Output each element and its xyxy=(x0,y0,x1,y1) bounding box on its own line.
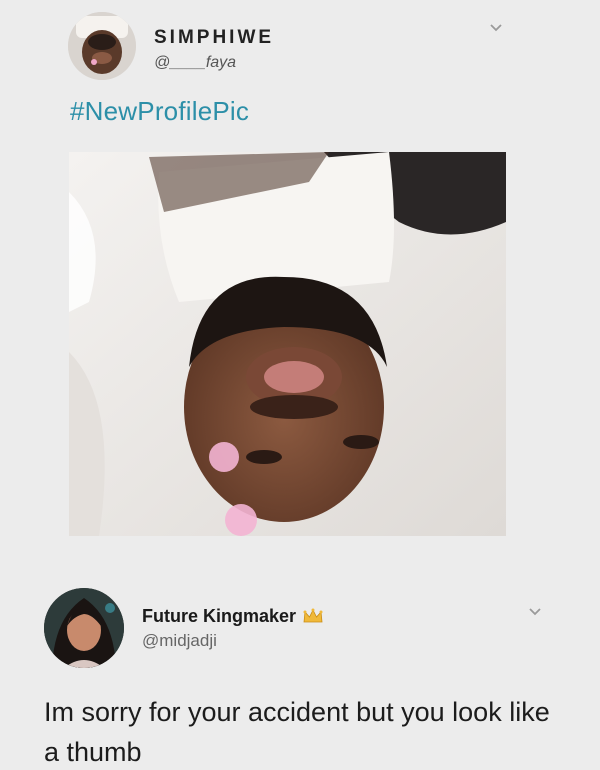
reply-text: Im sorry for your accident but you look … xyxy=(44,697,550,767)
author-handle[interactable]: @____faya xyxy=(154,54,236,72)
tweet-photo[interactable] xyxy=(69,152,506,536)
reply-author-display-name[interactable]: Future Kingmaker xyxy=(142,606,296,627)
author-avatar[interactable] xyxy=(68,12,136,80)
reply-author-name-row: Future Kingmaker xyxy=(142,604,324,628)
crown-icon xyxy=(303,608,323,623)
hashtag-link[interactable]: #NewProfilePic xyxy=(70,96,249,127)
profile-photo-image xyxy=(69,152,506,536)
reply-author-avatar[interactable] xyxy=(44,588,124,668)
screenshot-page: SIMPHIWE @____faya #NewProfilePic Future… xyxy=(0,0,600,770)
chevron-down-icon[interactable] xyxy=(488,22,504,34)
chevron-down-icon[interactable] xyxy=(527,606,543,618)
reply-author-handle[interactable]: @midjadji xyxy=(142,631,217,651)
author-display-name[interactable]: SIMPHIWE xyxy=(154,27,274,49)
tweet-header: SIMPHIWE @____faya xyxy=(68,12,588,82)
